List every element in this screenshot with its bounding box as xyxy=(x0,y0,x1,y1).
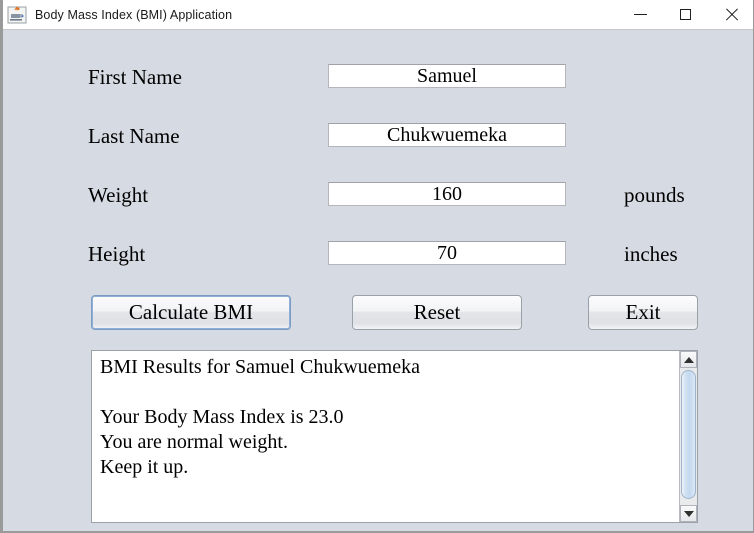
form-row-last-name: Last Name Chukwuemeka xyxy=(6,123,753,149)
height-input[interactable]: 70 xyxy=(328,241,566,265)
last-name-label: Last Name xyxy=(88,124,180,148)
title-bar: Body Mass Index (BMI) Application xyxy=(3,0,753,30)
results-scrollbar[interactable] xyxy=(679,351,697,522)
height-label: Height xyxy=(88,242,146,266)
triangle-down-icon xyxy=(683,510,694,517)
height-unit-label: inches xyxy=(624,242,678,266)
close-button[interactable] xyxy=(708,0,753,30)
scrollbar-thumb[interactable] xyxy=(681,370,696,499)
main-content-panel: First Name Samuel Last Name Chukwuemeka … xyxy=(6,30,753,531)
maximize-button[interactable] xyxy=(663,0,708,30)
triangle-up-icon xyxy=(683,356,694,363)
form-row-first-name: First Name Samuel xyxy=(6,64,753,90)
first-name-input[interactable]: Samuel xyxy=(328,64,566,88)
reset-button[interactable]: Reset xyxy=(352,295,522,330)
bmi-results-text: BMI Results for Samuel Chukwuemeka Your … xyxy=(100,356,420,478)
application-window: Body Mass Index (BMI) Application First … xyxy=(0,0,754,533)
last-name-input[interactable]: Chukwuemeka xyxy=(328,123,566,147)
weight-input[interactable]: 160 xyxy=(328,182,566,206)
close-icon xyxy=(724,8,738,22)
window-controls xyxy=(618,0,753,30)
minimize-icon xyxy=(634,14,647,15)
weight-label: Weight xyxy=(88,183,149,207)
form-row-height: Height 70 inches xyxy=(6,241,753,267)
minimize-button[interactable] xyxy=(618,0,663,30)
window-title: Body Mass Index (BMI) Application xyxy=(35,7,233,22)
scroll-up-arrow-icon[interactable] xyxy=(680,351,697,368)
scroll-down-arrow-icon[interactable] xyxy=(680,505,697,522)
weight-unit-label: pounds xyxy=(624,183,685,207)
exit-button[interactable]: Exit xyxy=(588,295,698,330)
calculate-bmi-button[interactable]: Calculate BMI xyxy=(91,295,291,330)
maximize-icon xyxy=(680,9,691,20)
form-row-weight: Weight 160 pounds xyxy=(6,182,753,208)
first-name-label: First Name xyxy=(88,65,182,89)
java-coffee-cup-icon xyxy=(7,6,27,24)
bmi-results-textarea[interactable]: BMI Results for Samuel Chukwuemeka Your … xyxy=(91,350,698,523)
